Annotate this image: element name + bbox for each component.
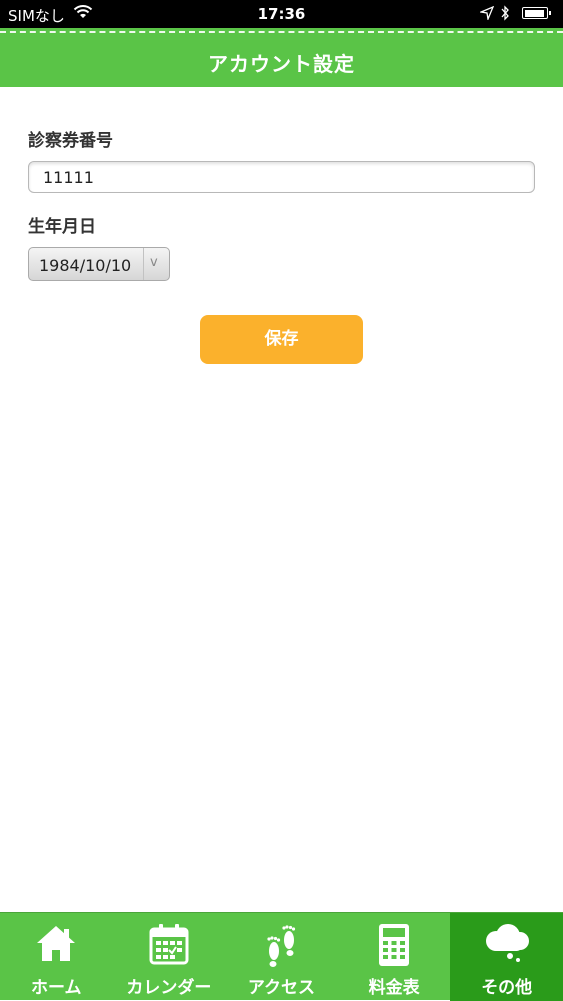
tab-access-label: アクセス: [247, 978, 316, 998]
bluetooth-icon: [500, 5, 510, 25]
battery-icon: [522, 7, 551, 19]
page-title: アカウント設定: [208, 52, 355, 76]
calendar-icon: [113, 923, 226, 967]
ticket-number-label: 診察券番号: [28, 131, 113, 151]
select-divider: [143, 248, 144, 280]
chevron-down-icon: v: [150, 255, 158, 270]
location-arrow-icon: [478, 5, 495, 24]
birthdate-label: 生年月日: [28, 217, 96, 237]
tab-home-label: ホーム: [31, 978, 82, 998]
status-bar: SIMなし 17:36: [0, 0, 563, 28]
tab-calendar-label: カレンダー: [126, 978, 212, 998]
home-icon: [0, 923, 113, 967]
tab-home[interactable]: ホーム: [0, 913, 113, 1001]
footprints-icon: [225, 923, 338, 967]
cloud-icon: [450, 923, 563, 967]
tab-other-label: その他: [481, 978, 533, 998]
tab-price-list-label: 料金表: [368, 978, 420, 998]
calculator-icon: [338, 923, 451, 967]
battery-level: [524, 9, 544, 17]
ticket-number-input[interactable]: 11111: [28, 161, 535, 193]
save-button[interactable]: 保存: [200, 315, 363, 364]
tab-price-list[interactable]: 料金表: [338, 913, 451, 1001]
tab-bar: ホーム カレンダー アクセス 料金表 その他: [0, 912, 563, 1001]
tab-calendar[interactable]: カレンダー: [113, 913, 226, 1001]
clock: 17:36: [257, 5, 306, 23]
navigation-header: アカウント設定: [0, 28, 563, 87]
birthdate-value: 1984/10/10: [39, 256, 132, 275]
tab-access[interactable]: アクセス: [225, 913, 338, 1001]
header-stitch-decoration: [0, 31, 563, 33]
birthdate-select[interactable]: 1984/10/10 v: [28, 247, 170, 281]
tab-other[interactable]: その他: [450, 913, 563, 1001]
